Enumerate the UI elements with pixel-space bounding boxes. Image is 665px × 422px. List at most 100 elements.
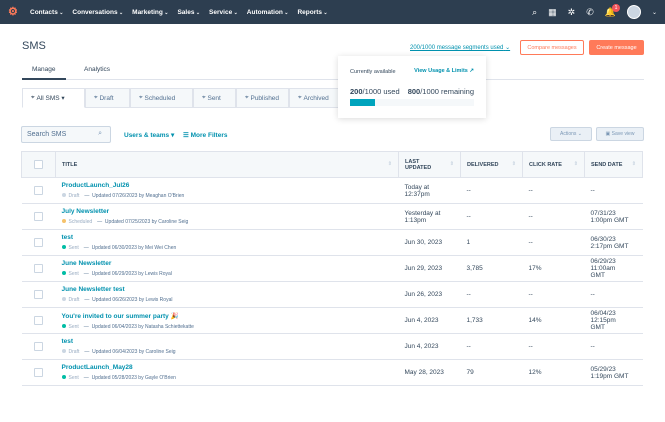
nav-item[interactable]: Automation xyxy=(247,9,289,16)
pin-icon: ⌖ xyxy=(31,94,35,101)
marketplace-icon[interactable]: ▦ xyxy=(548,7,557,18)
more-filters-button[interactable]: ☰ More Filters xyxy=(183,131,227,139)
table-row: ProductLaunch_Jul26 Draft — Updated 07/26… xyxy=(21,177,643,204)
sort-icon: ⇕ xyxy=(511,161,516,167)
users-teams-label: Users & teams xyxy=(124,132,170,139)
usage-progress-fill xyxy=(350,99,375,106)
row-select-cell xyxy=(21,203,56,230)
status-badge: Draft xyxy=(68,297,80,303)
message-title-link[interactable]: ProductLaunch_Jul26 xyxy=(62,182,393,189)
segments-used-link[interactable]: 200/1000 message segments used ⌄ xyxy=(410,44,510,51)
nav-item[interactable]: Reports xyxy=(297,9,327,16)
page-title: SMS xyxy=(22,40,46,52)
title-cell: ProductLaunch_May28 Sent — Updated 05/28/… xyxy=(55,359,399,386)
filter-tab[interactable]: ⌖ Sent xyxy=(193,88,236,108)
column-click-rate[interactable]: CLICK RATE ⇕ xyxy=(522,151,585,178)
notification-badge: 1 xyxy=(611,3,620,12)
nav-item[interactable]: Contacts xyxy=(30,9,63,16)
filter-tab-label: Draft xyxy=(99,94,114,102)
compare-messages-button[interactable]: Compare messages xyxy=(520,40,584,55)
row-checkbox[interactable] xyxy=(33,186,43,195)
column-last-updated[interactable]: LAST UPDATED ⇕ xyxy=(398,151,461,178)
message-title-link[interactable]: July Newsletter xyxy=(62,208,393,215)
message-meta: Sent — Updated 06/04/2023 by Natasha Schi… xyxy=(61,323,393,330)
delivered-cell: 1,733 xyxy=(460,307,523,334)
nav-item[interactable]: Marketing xyxy=(132,9,168,16)
row-select-cell xyxy=(21,281,56,308)
status-dot-icon xyxy=(61,271,66,275)
view-usage-link[interactable]: View Usage & Limits ↗ xyxy=(414,68,474,74)
chevron-down-icon: ⌄ xyxy=(577,131,582,137)
message-title-link[interactable]: June Newsletter xyxy=(62,260,393,267)
table-row: test Draft — Updated 06/04/2023 by Caroli… xyxy=(21,333,643,360)
select-all-checkbox[interactable] xyxy=(34,160,43,169)
row-checkbox[interactable] xyxy=(33,264,43,273)
row-select-cell xyxy=(21,255,56,282)
chevron-down-icon[interactable]: ⌄ xyxy=(652,9,657,16)
send-date-cell: 05/29/23 1:19pm GMT xyxy=(584,359,643,386)
nav-item[interactable]: Service xyxy=(209,9,238,16)
status-badge: Sent xyxy=(68,375,79,381)
column-title[interactable]: TITLE ⇕ xyxy=(55,151,399,178)
filter-tab[interactable]: ⌖ Scheduled xyxy=(130,88,193,108)
row-checkbox[interactable] xyxy=(33,212,43,221)
nav-icons: ⌕ ▦ ✲ ✆ 🔔 1 ⌄ xyxy=(532,0,657,24)
users-teams-filter[interactable]: Users & teams ▾ xyxy=(124,131,174,139)
sort-icon: ⇕ xyxy=(631,161,636,167)
title-cell: ProductLaunch_Jul26 Draft — Updated 07/26… xyxy=(55,177,399,204)
send-date-cell: 06/04/23 12:15pm GMT xyxy=(584,307,643,334)
segments-used-text: 200/1000 message segments used xyxy=(410,45,504,51)
row-checkbox[interactable] xyxy=(33,368,43,377)
message-title-link[interactable]: test xyxy=(62,234,393,241)
message-title-link[interactable]: ProductLaunch_May28 xyxy=(62,364,393,371)
row-select-cell xyxy=(21,229,56,256)
delivered-cell: -- xyxy=(460,203,523,230)
title-cell: June Newsletter Sent — Updated 06/29/2023… xyxy=(55,255,399,282)
filter-tab[interactable]: ⌖ All SMS ▾ xyxy=(22,88,85,108)
updated-text: Updated 07/26/2023 by Meaghan O'Brien xyxy=(92,193,185,199)
status-dot-icon xyxy=(61,297,66,301)
actions-button[interactable]: Actions ⌄ xyxy=(550,127,592,141)
save-view-button[interactable]: ▣ Save view xyxy=(596,127,644,141)
row-checkbox[interactable] xyxy=(33,342,43,351)
message-title-link[interactable]: June Newsletter test xyxy=(62,286,393,293)
row-checkbox[interactable] xyxy=(33,290,43,299)
create-message-button[interactable]: Create message xyxy=(589,40,644,55)
title-cell: test Draft — Updated 06/04/2023 by Caroli… xyxy=(55,333,399,360)
caret-down-icon: ▾ xyxy=(61,95,65,102)
status-dot-icon xyxy=(61,323,66,328)
message-meta: Draft — Updated 06/26/2023 by Lewis Royal xyxy=(61,297,393,303)
top-nav: ⚙ Contacts Conversations Marketing Sales Ser… xyxy=(0,0,665,24)
avatar[interactable] xyxy=(626,5,641,19)
tab-analytics[interactable]: Analytics xyxy=(84,66,110,73)
delivered-cell: -- xyxy=(460,177,523,204)
phone-icon[interactable]: ✆ xyxy=(586,7,594,18)
column-label: DELIVERED xyxy=(467,161,499,168)
message-title-link[interactable]: test xyxy=(62,338,393,345)
sort-icon: ⇕ xyxy=(387,161,392,167)
external-link-icon: ↗ xyxy=(469,68,474,74)
last-updated-cell: Jun 26, 2023 xyxy=(398,281,461,308)
gear-icon[interactable]: ✲ xyxy=(568,7,576,18)
search-icon[interactable]: ⌕ xyxy=(532,7,537,18)
nav-item[interactable]: Sales xyxy=(177,9,200,16)
row-checkbox[interactable] xyxy=(33,316,43,325)
tab-manage[interactable]: Manage xyxy=(22,66,66,80)
message-title-link[interactable]: You're invited to our summer party 🎉 xyxy=(62,312,393,320)
column-delivered[interactable]: DELIVERED ⇕ xyxy=(460,151,523,178)
hubspot-logo-icon[interactable]: ⚙ xyxy=(8,5,18,18)
remaining-value: 800 xyxy=(407,87,421,96)
status-dot-icon xyxy=(61,245,66,249)
search-input[interactable]: Search SMS ⌕ xyxy=(21,126,111,143)
popover-title: Currently available xyxy=(350,69,396,75)
row-checkbox[interactable] xyxy=(33,238,43,247)
filter-tab[interactable]: ⌖ Published xyxy=(236,88,289,108)
sort-icon: ⇕ xyxy=(449,161,454,167)
remaining-count: 800/1000 remaining xyxy=(408,87,474,96)
nav-item[interactable]: Conversations xyxy=(72,9,123,16)
bell-icon[interactable]: 🔔 1 xyxy=(605,3,620,18)
filter-tab[interactable]: ⌖ Draft xyxy=(85,88,130,108)
delivered-cell: 79 xyxy=(460,359,523,386)
filter-tab[interactable]: ⌖ Archived xyxy=(289,88,339,108)
column-send-date[interactable]: SEND DATE ⇕ xyxy=(584,151,643,178)
